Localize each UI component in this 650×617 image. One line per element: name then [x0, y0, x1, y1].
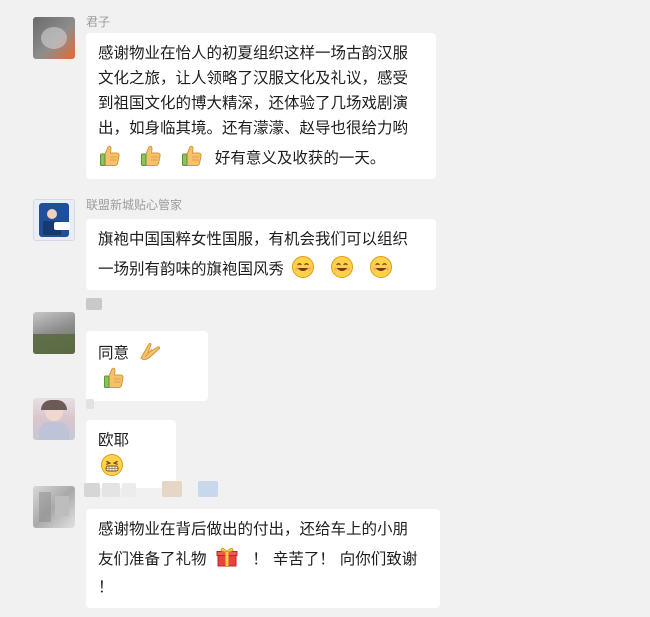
- thumbs-up-icon: [180, 144, 204, 168]
- message-text: 旗袍中国国粹女性国服，有机会我们可以组织: [98, 230, 409, 248]
- message-text: 同意: [98, 344, 130, 362]
- message-text: 感谢物业在背后做出的付出，还给车上的小朋: [98, 520, 409, 538]
- blurred-sender-name: [86, 298, 102, 310]
- clap-icon: [138, 339, 162, 363]
- message-text: ！: [98, 578, 114, 596]
- message-text: 好有意义及收获的一天。: [214, 149, 386, 167]
- message-text: ！ 辛苦了！ 向你们致谢: [252, 550, 418, 568]
- sender-name: 联盟新城贴心管家: [86, 198, 183, 212]
- message-bubble[interactable]: 感谢物业在怡人的初夏组织这样一场古韵汉服 文化之旅，让人领略了汉服文化及礼议，感…: [86, 33, 436, 179]
- grin-icon: [100, 453, 124, 477]
- avatar[interactable]: [33, 312, 75, 354]
- sender-name: 君子: [86, 15, 111, 29]
- message-bubble[interactable]: 旗袍中国国粹女性国服，有机会我们可以组织 一场别有韵味的旗袍国风秀: [86, 219, 436, 290]
- thumbs-up-icon: [139, 144, 163, 168]
- message-text: 出，如身临其境。还有濛濛、赵导也很给力哟: [98, 119, 409, 137]
- blurred-sender-name: [84, 483, 100, 497]
- message-text: 感谢物业在怡人的初夏组织这样一场古韵汉服: [98, 44, 409, 62]
- message-text: 一场别有韵味的旗袍国风秀: [98, 260, 285, 278]
- message-text: 到祖国文化的博大精深，还体验了几场戏剧演: [98, 94, 409, 112]
- grin-smile-icon: [330, 255, 354, 279]
- avatar[interactable]: [33, 199, 75, 241]
- message-bubble[interactable]: 欧耶: [86, 420, 176, 488]
- message-text: 欧耶: [98, 431, 130, 449]
- avatar[interactable]: [33, 17, 75, 59]
- grin-smile-icon: [291, 255, 315, 279]
- grin-smile-icon: [369, 255, 393, 279]
- message-text: 友们准备了礼物: [98, 550, 207, 568]
- gift-icon: [215, 545, 239, 569]
- thumbs-up-icon: [102, 366, 126, 390]
- message-text: 文化之旅，让人领略了汉服文化及礼议，感受: [98, 69, 409, 87]
- message-bubble[interactable]: 感谢物业在背后做出的付出，还给车上的小朋 友们准备了礼物 ！ 辛苦了！ 向你们致…: [86, 509, 440, 608]
- thumbs-up-icon: [98, 144, 122, 168]
- avatar[interactable]: [33, 486, 75, 528]
- blurred-sender-name: [86, 399, 94, 409]
- avatar[interactable]: [33, 398, 75, 440]
- message-bubble[interactable]: 同意: [86, 331, 208, 401]
